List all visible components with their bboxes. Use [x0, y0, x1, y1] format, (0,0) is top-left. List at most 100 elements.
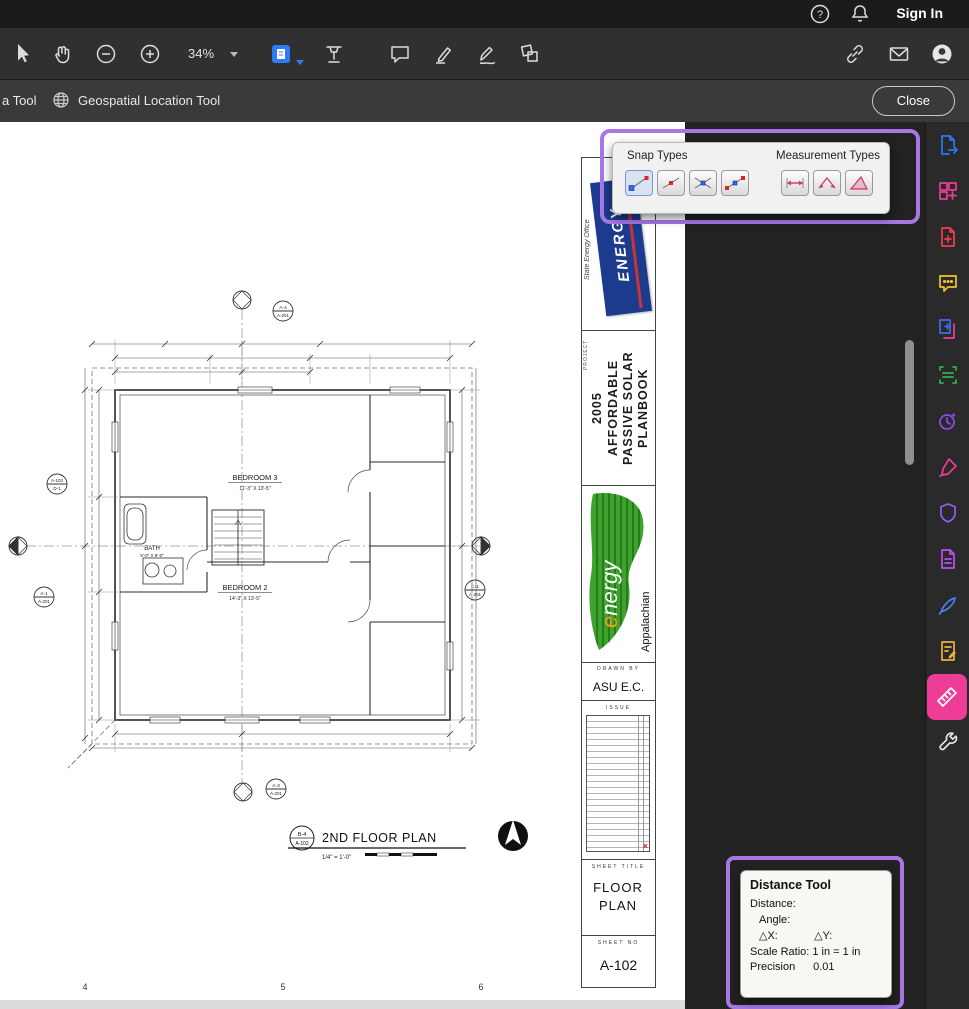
sheet-title-value: FLOOR PLAN — [593, 879, 643, 915]
tools-wrench-icon[interactable] — [926, 720, 969, 766]
title-block-divider — [581, 485, 656, 486]
exterior-walls — [115, 390, 450, 720]
sign-tool-icon[interactable] — [476, 42, 500, 66]
hand-tool-icon[interactable] — [50, 42, 74, 66]
issue-column-line — [643, 716, 644, 851]
svg-text:5: 5 — [280, 982, 285, 992]
vertical-scrollbar[interactable] — [905, 340, 914, 465]
combine-files-icon[interactable] — [926, 306, 969, 352]
certificates-pen-icon[interactable] — [926, 582, 969, 628]
svg-text:A-201: A-201 — [270, 791, 283, 796]
measure-perimeter-button[interactable] — [813, 170, 841, 196]
main-toolbar: 34% — [0, 28, 969, 80]
page-display-icon[interactable] — [270, 42, 294, 66]
pdf-page[interactable]: BEDROOM 3 11'-3" X 13'-5" BATH 5'-0" X 8… — [0, 122, 685, 1000]
state-energy-office-text: State Energy Office — [584, 184, 591, 316]
precision-label: Precision — [750, 961, 810, 973]
svg-text:?: ? — [817, 9, 823, 21]
svg-text:C-1: C-1 — [471, 584, 479, 590]
page-display-caret-icon[interactable] — [296, 60, 304, 65]
select-tool-icon[interactable] — [10, 42, 34, 66]
issue-mark: × — [643, 841, 648, 851]
snap-types-panel: Snap Types Measurement Types — [612, 142, 890, 214]
sheet-title-label: SHEET TITLE — [581, 864, 656, 870]
svg-text:6: 6 — [478, 982, 483, 992]
organize-pages-icon[interactable] — [926, 168, 969, 214]
comment-tool-icon[interactable] — [388, 42, 412, 66]
snap-types-label: Snap Types — [627, 150, 688, 162]
share-link-icon[interactable] — [843, 42, 867, 66]
account-avatar-icon[interactable] — [930, 42, 954, 66]
snap-types-popup-highlight: Snap Types Measurement Types — [600, 129, 920, 224]
protect-icon[interactable] — [926, 490, 969, 536]
prepare-form-icon[interactable] — [926, 628, 969, 674]
email-icon[interactable] — [887, 42, 911, 66]
sheet-no-value: A-102 — [581, 957, 656, 973]
document-tool-icon[interactable] — [926, 536, 969, 582]
measure-tool-icon[interactable] — [927, 674, 967, 720]
energy-appalachian-logo: energy Appalachian — [585, 490, 653, 658]
reference-bubbles: A-4 A-201 A-102 D-1 A-1 A-201 C-1 A-201 … — [34, 301, 485, 799]
precision-value: 0.01 — [813, 961, 834, 973]
stairs — [214, 510, 262, 565]
fill-sign-icon[interactable] — [926, 444, 969, 490]
measure-subtoolbar: a Tool Geospatial Location Tool Close — [0, 80, 969, 122]
geospatial-tool-button[interactable]: Geospatial Location Tool — [78, 93, 220, 108]
delta-x-label: △X: — [759, 929, 811, 942]
measurement-types-label: Measurement Types — [776, 150, 880, 162]
reading-mode-icon[interactable] — [322, 42, 346, 66]
zoom-out-icon[interactable] — [94, 42, 118, 66]
comment-icon[interactable] — [926, 260, 969, 306]
title-block-divider — [581, 859, 656, 860]
tools-sidebar — [925, 122, 969, 1009]
scale-ratio-label: Scale Ratio: — [750, 946, 809, 958]
svg-text:A-201: A-201 — [469, 592, 482, 597]
highlight-tool-icon[interactable] — [432, 42, 456, 66]
help-icon[interactable]: ? — [808, 2, 832, 26]
plan-title: 2ND FLOOR PLAN — [322, 831, 437, 845]
project-line: AFFORDABLE — [606, 333, 622, 483]
north-arrow-icon — [498, 820, 528, 851]
project-year: 2005 — [590, 333, 606, 483]
scale-bar — [365, 853, 437, 856]
distance-tool-panel: Distance Tool Distance: Angle: △X: △Y: S… — [740, 870, 892, 998]
svg-text:energy: energy — [597, 559, 622, 628]
plan-scale: 1/4" = 1'-0" — [322, 855, 351, 861]
scan-ocr-icon[interactable] — [926, 352, 969, 398]
zoom-in-icon[interactable] — [138, 42, 162, 66]
roof-overhang-lines — [68, 368, 472, 768]
top-menu-bar: ? Sign In — [0, 0, 969, 28]
svg-text:A-4: A-4 — [279, 305, 287, 311]
svg-text:B-4: B-4 — [298, 832, 307, 838]
snap-endpoint-button[interactable] — [625, 170, 653, 196]
snap-midpoint-button[interactable] — [657, 170, 685, 196]
snap-intersection-button[interactable] — [689, 170, 717, 196]
active-tool-label[interactable]: a Tool — [2, 93, 36, 108]
project-label: PROJECT — [583, 334, 589, 376]
issue-label: ISSUE — [581, 705, 656, 711]
interior-walls — [120, 395, 445, 715]
export-pdf-icon[interactable] — [926, 122, 969, 168]
document-area: BEDROOM 3 11'-3" X 13'-5" BATH 5'-0" X 8… — [0, 122, 925, 1009]
stamp-tool-icon[interactable] — [518, 42, 542, 66]
svg-text:A-201: A-201 — [277, 313, 290, 318]
project-line: PASSIVE SOLAR — [621, 333, 637, 483]
room-labels: BEDROOM 3 11'-3" X 13'-5" BATH 5'-0" X 8… — [140, 473, 282, 602]
notifications-bell-icon[interactable] — [848, 2, 872, 26]
angle-row: Angle: — [759, 914, 882, 926]
svg-text:A-102: A-102 — [295, 841, 309, 847]
close-button[interactable]: Close — [872, 86, 955, 116]
measure-area-button[interactable] — [845, 170, 873, 196]
delta-y-label: △Y: — [814, 930, 832, 942]
drawn-by-label: DRAWN BY — [581, 666, 656, 672]
measure-distance-button[interactable] — [781, 170, 809, 196]
issue-column-line — [638, 716, 639, 851]
zoom-level-value[interactable]: 34% — [188, 46, 214, 61]
svg-text:A-201: A-201 — [38, 599, 51, 604]
zoom-dropdown-caret-icon[interactable] — [230, 52, 238, 57]
sign-in-link[interactable]: Sign In — [896, 5, 943, 21]
action-wizard-icon[interactable] — [926, 398, 969, 444]
title-block-divider — [581, 330, 656, 331]
snap-nearest-button[interactable] — [721, 170, 749, 196]
create-pdf-icon[interactable] — [926, 214, 969, 260]
